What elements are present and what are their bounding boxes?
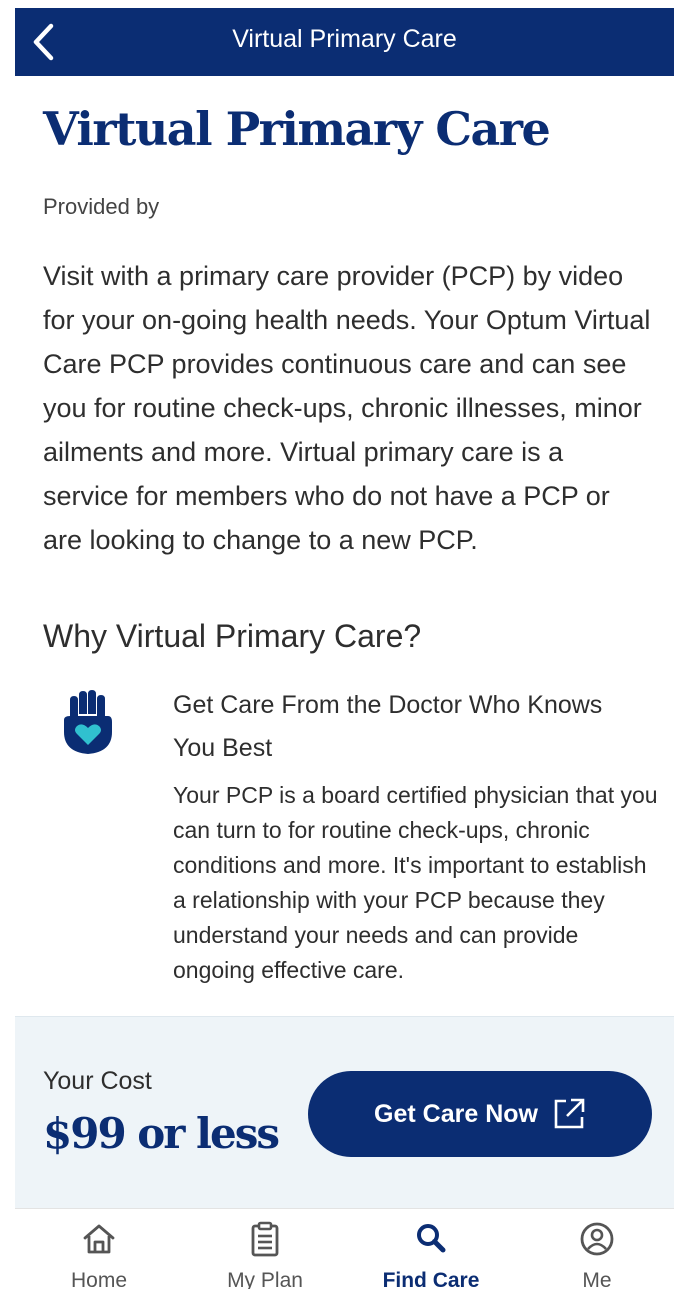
user-icon	[580, 1222, 614, 1256]
hand-heart-icon	[64, 690, 112, 754]
bottom-tab-bar: Home My Plan Find Care Me	[15, 1208, 674, 1289]
tab-home[interactable]: Home	[34, 1209, 164, 1289]
get-care-now-button[interactable]: Get Care Now	[308, 1071, 652, 1157]
get-care-now-label: Get Care Now	[374, 1099, 538, 1128]
clipboard-icon	[251, 1221, 279, 1257]
tab-find-care[interactable]: Find Care	[366, 1209, 496, 1289]
benefit-description: Your PCP is a board certified physician …	[173, 782, 658, 983]
tab-me[interactable]: Me	[532, 1209, 662, 1289]
search-icon	[417, 1224, 446, 1253]
tab-home-label: Home	[70, 1269, 128, 1289]
top-navigation-bar: Virtual Primary Care	[15, 8, 674, 76]
why-heading: Why Virtual Primary Care?	[43, 618, 422, 654]
page-title: Virtual Primary Care	[43, 102, 551, 156]
intro-text: Visit with a primary care provider (PCP)…	[43, 261, 651, 555]
external-link-icon	[554, 1098, 585, 1129]
provided-by-label: Provided by	[43, 194, 160, 219]
tab-find-care-label: Find Care	[382, 1269, 480, 1289]
home-icon	[83, 1224, 115, 1254]
app-screen: Virtual Primary Care Virtual Primary Car…	[15, 8, 674, 1289]
cost-panel: Your Cost $99 or less Get Care Now	[15, 1016, 674, 1209]
tab-my-plan[interactable]: My Plan	[200, 1209, 330, 1289]
left-margin	[0, 0, 15, 1289]
cost-value: $99 or less	[43, 1109, 280, 1158]
tab-me-label: Me	[582, 1269, 612, 1289]
header-title: Virtual Primary Care	[232, 25, 457, 53]
benefit-title: Get Care From the Doctor Who Knows You B…	[173, 691, 603, 762]
scroll-content[interactable]: Virtual Primary Care Provided by Visit w…	[15, 76, 674, 1016]
cost-label: Your Cost	[43, 1067, 152, 1095]
tab-my-plan-label: My Plan	[227, 1269, 303, 1289]
